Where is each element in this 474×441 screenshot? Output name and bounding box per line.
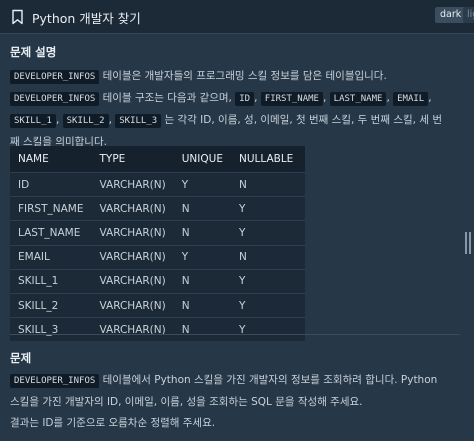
table-cell: Y xyxy=(230,292,305,318)
table-cell: EMAIL xyxy=(10,244,92,270)
table-row: SKILL_1 VARCHAR(N) N Y xyxy=(10,268,305,294)
page-title: Python 개발자 찾기 xyxy=(32,11,141,26)
column-code: LAST_NAME xyxy=(329,92,387,106)
table-cell: SKILL_1 xyxy=(10,268,92,294)
section-heading-description: 문제 설명 xyxy=(10,45,57,59)
column-code: EMAIL xyxy=(393,92,429,106)
table-row: LAST_NAME VARCHAR(N) N Y xyxy=(10,220,305,246)
theme-dark-button[interactable]: dark xyxy=(435,7,467,23)
table-name-code: DEVELOPER_INFOS xyxy=(10,70,100,84)
table-cell: N xyxy=(173,317,231,342)
table-cell: SKILL_3 xyxy=(10,317,92,342)
section-heading-problem: 문제 xyxy=(10,351,32,365)
table-cell: Y xyxy=(230,317,305,342)
table-name-code: DEVELOPER_INFOS xyxy=(10,374,100,388)
column-code: SKILL_2 xyxy=(62,114,109,128)
column-header: NAME xyxy=(10,146,92,173)
table-row: EMAIL VARCHAR(N) Y N xyxy=(10,244,305,270)
column-code: SKILL_3 xyxy=(115,114,162,128)
column-code: ID xyxy=(235,92,255,106)
table-cell: VARCHAR(N) xyxy=(91,171,174,197)
bookmark-icon[interactable] xyxy=(11,9,24,25)
header-bar: Python 개발자 찾기 dark light xyxy=(0,0,474,34)
table-cell: VARCHAR(N) xyxy=(91,268,174,294)
table-cell: FIRST_NAME xyxy=(10,196,92,221)
table-cell: Y xyxy=(230,268,305,294)
table-cell: Y xyxy=(173,244,231,270)
table-cell: N xyxy=(230,171,305,197)
column-header: NULLABLE xyxy=(230,146,305,173)
table-cell: Y xyxy=(230,220,305,246)
column-code: FIRST_NAME xyxy=(260,92,323,106)
table-cell: SKILL_2 xyxy=(10,292,92,318)
schema-table: NAME TYPE UNIQUE NULLABLE ID VARCHAR(N) Y N… xyxy=(10,146,305,342)
scrollbar-thumb[interactable] xyxy=(465,232,471,254)
table-cell: VARCHAR(N) xyxy=(91,196,174,221)
section-divider xyxy=(10,334,460,335)
description-text-1: 테이블은 개발자들의 프로그래밍 스킬 정보를 담은 테이블입니다. xyxy=(102,70,387,82)
table-cell: VARCHAR(N) xyxy=(91,292,174,318)
table-header-row: NAME TYPE UNIQUE NULLABLE xyxy=(10,146,305,173)
table-cell: N xyxy=(230,244,305,270)
table-cell: LAST_NAME xyxy=(10,220,92,246)
theme-light-button[interactable]: light xyxy=(463,7,474,23)
description-paragraph: DEVELOPER_INFOS 테이블은 개발자들의 프로그래밍 스킬 정보를 … xyxy=(10,70,442,148)
table-cell: VARCHAR(N) xyxy=(91,244,174,270)
column-header: UNIQUE xyxy=(173,146,231,173)
table-cell: Y xyxy=(173,171,231,197)
table-row: SKILL_2 VARCHAR(N) N Y xyxy=(10,292,305,318)
table-cell: VARCHAR(N) xyxy=(91,220,174,246)
table-row: FIRST_NAME VARCHAR(N) N Y xyxy=(10,196,305,221)
table-row: SKILL_3 VARCHAR(N) N Y xyxy=(10,317,305,342)
table-cell: VARCHAR(N) xyxy=(91,317,174,342)
table-cell: N xyxy=(173,220,231,246)
table-cell: N xyxy=(173,196,231,221)
table-cell: Y xyxy=(230,196,305,221)
sort-note: 결과는 ID를 기준으로 오름차순 정렬해 주세요. xyxy=(10,417,216,429)
table-cell: N xyxy=(173,292,231,318)
table-name-code: DEVELOPER_INFOS xyxy=(10,92,100,106)
table-cell: ID xyxy=(10,171,92,197)
problem-paragraph: DEVELOPER_INFOS 테이블에서 Python 스킬을 가진 개발자의… xyxy=(10,370,450,413)
table-cell: N xyxy=(173,268,231,294)
column-code: SKILL_1 xyxy=(10,114,56,128)
description-text-2: 테이블 구조는 다음과 같으며, xyxy=(102,92,232,104)
table-row: ID VARCHAR(N) Y N xyxy=(10,171,305,197)
column-header: TYPE xyxy=(91,146,174,173)
problem-content: 문제 설명 DEVELOPER_INFOS 테이블은 개발자들의 프로그래밍 스… xyxy=(0,34,462,441)
